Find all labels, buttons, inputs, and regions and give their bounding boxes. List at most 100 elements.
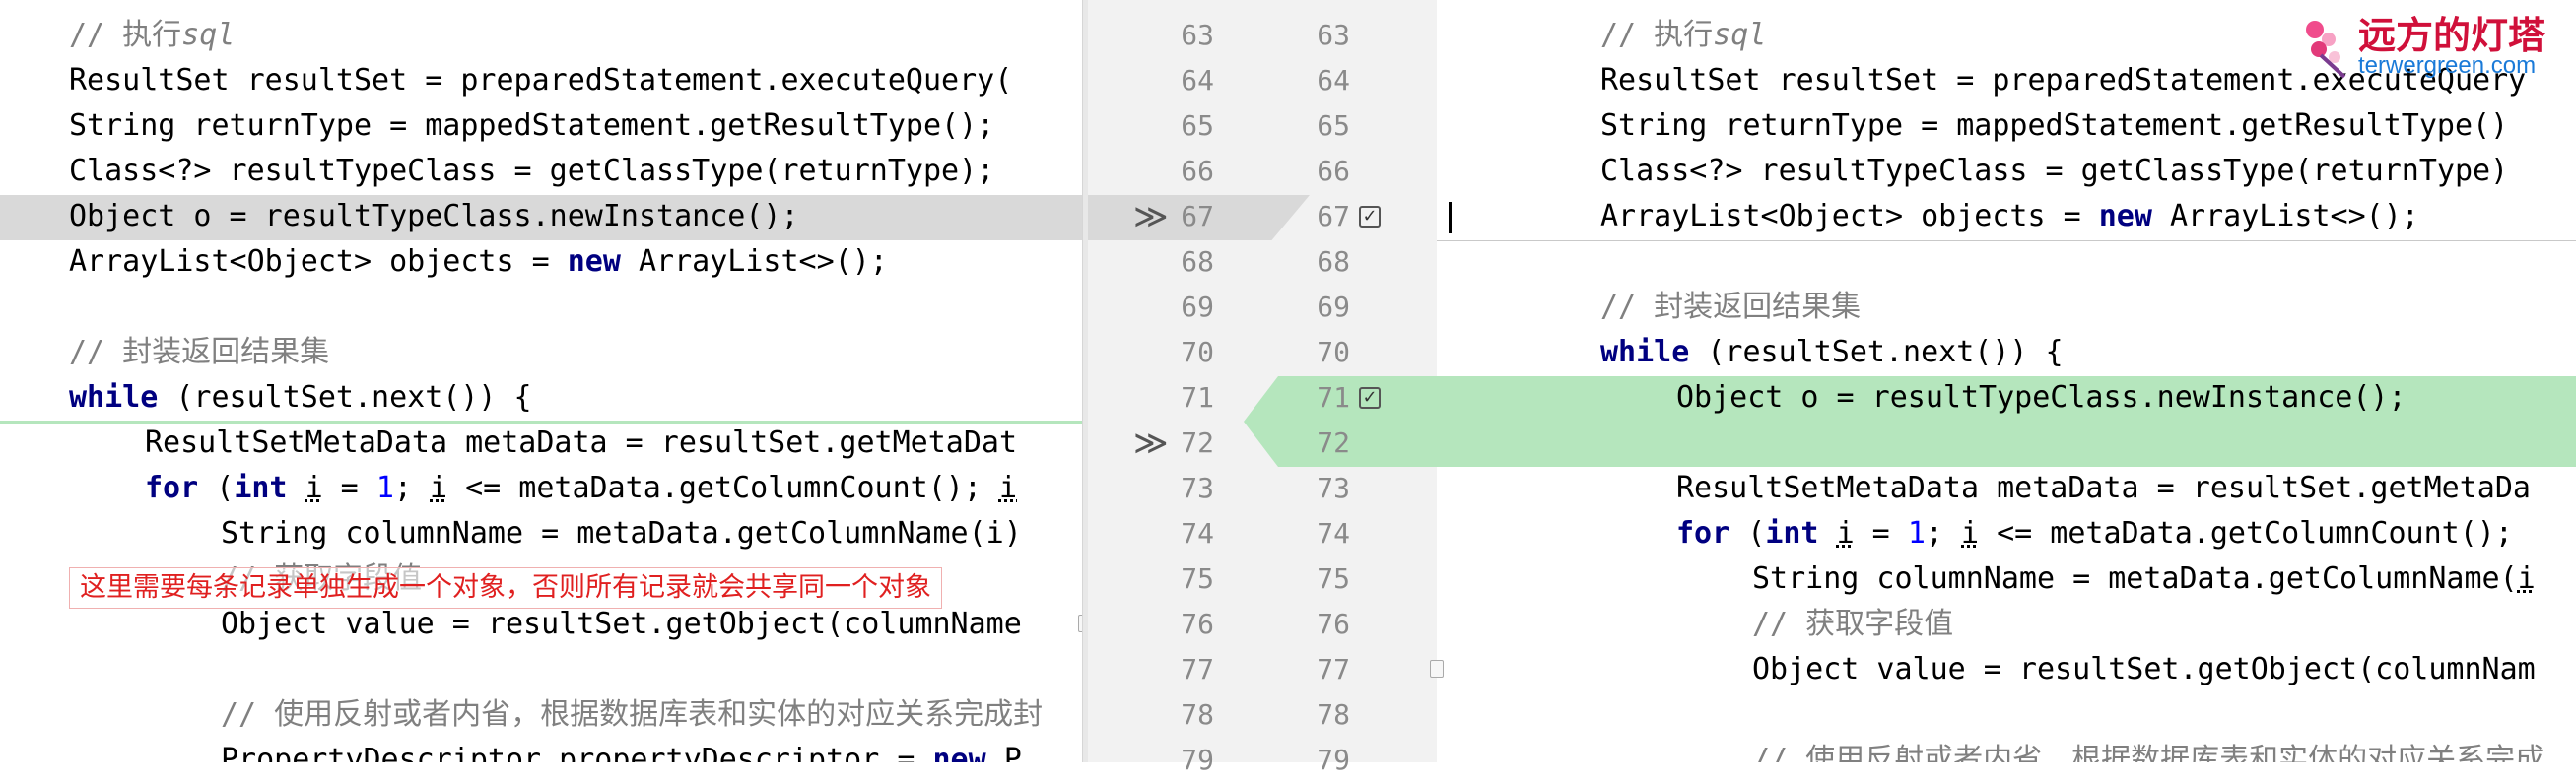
annotation-note: 这里需要每条记录单独生成一个对象，否则所有记录就会共享同一个对象	[69, 567, 942, 609]
keyword-while: while	[69, 380, 159, 415]
right-line-number: 78	[1317, 698, 1350, 731]
code-text: ArrayList<>();	[620, 244, 888, 279]
code-line-71[interactable]: Object o = resultTypeClass.newInstance()…	[1676, 375, 2407, 421]
code-text: =	[1854, 516, 1908, 551]
right-line-number: 65	[1317, 109, 1350, 142]
right-line-number: 77	[1317, 653, 1350, 685]
right-line-number: 79	[1317, 744, 1350, 776]
left-editor-pane[interactable]: // 执行sql ResultSet resultSet = preparedS…	[0, 0, 1082, 762]
left-line-number: 64	[1181, 64, 1214, 97]
left-line-number: 69	[1181, 291, 1214, 323]
right-line-number: 75	[1317, 562, 1350, 595]
code-text: P	[985, 743, 1022, 762]
apply-change-arrow-icon[interactable]: ≫	[1133, 421, 1169, 466]
left-line-number: 65	[1181, 109, 1214, 142]
left-line-number: 78	[1181, 698, 1214, 731]
code-text: (resultSet.next()) {	[1689, 335, 2064, 369]
code-line-72[interactable]: ResultSetMetaData metaData = resultSet.g…	[145, 421, 1017, 466]
apply-change-arrow-icon[interactable]: ≫	[1133, 194, 1169, 239]
right-line-number: 69	[1317, 291, 1350, 323]
keyword-new: new	[2098, 199, 2152, 233]
right-line-number: 63	[1317, 19, 1350, 51]
code-line-71[interactable]: while (resultSet.next()) {	[69, 375, 532, 421]
code-text: <= metaData.getColumnCount();	[1979, 516, 2513, 551]
left-line-number: 71	[1181, 381, 1214, 414]
comment-sql-text: sql	[181, 18, 236, 52]
code-line-67[interactable]: Object o = resultTypeClass.newInstance()…	[69, 194, 799, 239]
accept-checkbox-icon[interactable]: ✓	[1359, 206, 1381, 228]
comment-text: // 执行	[69, 18, 182, 52]
right-line-number: 73	[1317, 472, 1350, 504]
code-line-75[interactable]: String columnName = metaData.getColumnNa…	[1752, 556, 2536, 602]
right-line-number: 64	[1317, 64, 1350, 97]
left-line-number: 76	[1181, 608, 1214, 640]
variable-i: i	[1961, 516, 1980, 551]
number-literal: 1	[1907, 516, 1926, 551]
code-line-79[interactable]: // 使用反射或者内省，根据数据库表和实体的对应关系完成	[1752, 738, 2544, 762]
variable-i: i	[430, 471, 448, 505]
keyword-new: new	[932, 743, 986, 762]
accept-checkbox-icon[interactable]: ✓	[1359, 387, 1381, 409]
code-text: ;	[393, 471, 430, 505]
right-line-number: 66	[1317, 155, 1350, 187]
left-line-number: 75	[1181, 562, 1214, 595]
code-line-76[interactable]: // 获取字段值	[1752, 602, 1953, 647]
changed-line-marker	[1437, 240, 2576, 241]
code-line-66[interactable]: Class<?> resultTypeClass = getClassType(…	[69, 149, 994, 194]
code-line-70[interactable]: // 封装返回结果集	[69, 330, 329, 375]
keyword-while: while	[1600, 335, 1690, 369]
number-literal: 1	[375, 471, 394, 505]
right-line-number: 68	[1317, 245, 1350, 278]
keyword-int: int	[1765, 516, 1819, 551]
code-line-64[interactable]: ResultSet resultSet = preparedStatement.…	[69, 58, 1012, 103]
code-line-74[interactable]: String columnName = metaData.getColumnNa…	[221, 511, 1022, 556]
comment-sql-text: sql	[1713, 18, 1767, 52]
code-line-79[interactable]: PropertyDescriptor propertyDescriptor = …	[221, 738, 1022, 762]
left-line-number: 77	[1181, 653, 1214, 685]
right-line-number: 67	[1317, 200, 1350, 232]
code-line-66[interactable]: Class<?> resultTypeClass = getClassType(…	[1600, 149, 2508, 194]
code-text: =	[322, 471, 376, 505]
watermark-title: 远方的灯塔	[2358, 13, 2546, 57]
variable-i: i	[1836, 516, 1855, 551]
keyword-for: for	[145, 471, 199, 505]
right-editor-pane[interactable]: // 执行sql ResultSet resultSet = preparedS…	[1437, 0, 2576, 762]
code-line-63[interactable]: // 执行sql	[69, 13, 235, 58]
variable-i: i	[305, 471, 323, 505]
left-line-number: 79	[1181, 744, 1214, 776]
code-line-67[interactable]: ArrayList<Object> objects = new ArrayLis…	[1600, 194, 2419, 239]
code-line-69[interactable]: // 封装返回结果集	[1600, 285, 1861, 330]
left-line-number: 74	[1181, 517, 1214, 550]
comment-text: // 执行	[1600, 18, 1714, 52]
left-line-number: 70	[1181, 336, 1214, 368]
code-line-63[interactable]: // 执行sql	[1600, 13, 1766, 58]
left-line-number: 63	[1181, 19, 1214, 51]
right-line-number: 70	[1317, 336, 1350, 368]
code-text: ArrayList<Object> objects =	[69, 244, 568, 279]
code-text: (	[198, 471, 235, 505]
code-line-78[interactable]: // 使用反射或者内省，根据数据库表和实体的对应关系完成封	[221, 692, 1043, 738]
fold-marker-icon[interactable]	[1430, 660, 1444, 678]
left-line-number: 73	[1181, 472, 1214, 504]
code-line-74[interactable]: for (int i = 1; i <= metaData.getColumnC…	[1676, 511, 2513, 556]
watermark-logo-icon	[2306, 21, 2346, 79]
code-line-77[interactable]: Object value = resultSet.getObject(colum…	[1752, 647, 2536, 692]
left-line-number: 68	[1181, 245, 1214, 278]
watermark-url: terwergreen.com	[2358, 52, 2537, 79]
variable-i: i	[998, 471, 1018, 505]
code-line-73[interactable]: ResultSetMetaData metaData = resultSet.g…	[1676, 466, 2531, 511]
code-text: String columnName = metaData.getColumnNa…	[1752, 561, 2518, 596]
left-line-number: 66	[1181, 155, 1214, 187]
code-line-68[interactable]: ArrayList<Object> objects = new ArrayLis…	[69, 239, 888, 285]
right-line-number: 76	[1317, 608, 1350, 640]
code-line-70[interactable]: while (resultSet.next()) {	[1600, 330, 2064, 375]
code-line-73[interactable]: for (int i = 1; i <= metaData.getColumnC…	[145, 466, 1017, 511]
watermark: 远方的灯塔 terwergreen.com	[2301, 14, 2567, 83]
variable-i: i	[2517, 561, 2536, 596]
code-line-65[interactable]: String returnType = mappedStatement.getR…	[1600, 103, 2508, 149]
code-line-65[interactable]: String returnType = mappedStatement.getR…	[69, 103, 994, 149]
code-text: <= metaData.getColumnCount();	[447, 471, 999, 505]
keyword-new: new	[567, 244, 621, 279]
